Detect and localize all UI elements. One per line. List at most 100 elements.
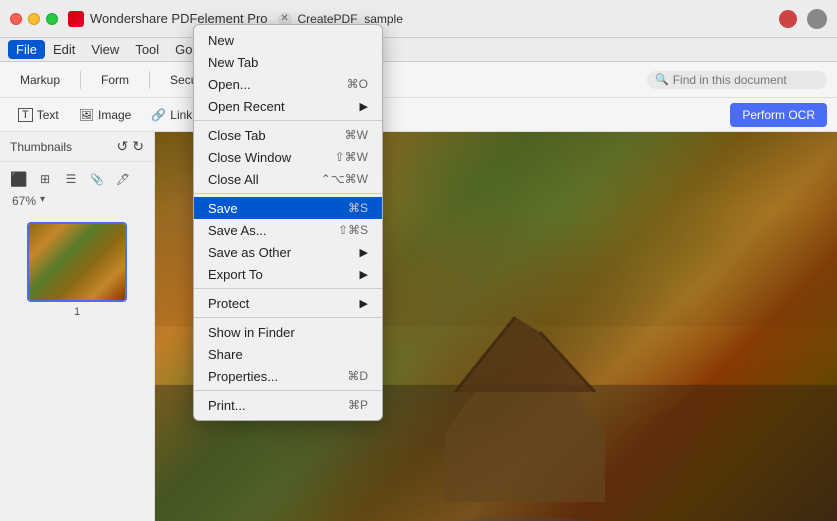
- main-area: Thumbnails ↺ ↻ ⬛ ⊞ ☰ 📎 🖊 67% ▾ 1: [0, 132, 837, 521]
- separator-1: [194, 120, 382, 121]
- menu-share-label: Share: [208, 347, 243, 362]
- toolbar2-text[interactable]: T Text: [10, 105, 67, 125]
- titlebar: Wondershare PDFelement Pro ✕ CreatePDF_s…: [0, 0, 837, 38]
- toolbar2-link[interactable]: 🔗 Link: [143, 105, 200, 125]
- menu-print-shortcut: ⌘P: [348, 398, 368, 412]
- menu-open-label: Open...: [208, 77, 251, 92]
- menu-new-tab-label: New Tab: [208, 55, 258, 70]
- page-number: 1: [74, 306, 80, 318]
- divider-1: [80, 71, 81, 89]
- undo-icon[interactable]: ↺: [117, 138, 129, 155]
- menu-open-shortcut: ⌘O: [347, 77, 368, 91]
- zoom-label: 67%: [12, 194, 36, 208]
- menu-close-window[interactable]: Close Window ⇧⌘W: [194, 146, 382, 168]
- menu-save-shortcut: ⌘S: [348, 201, 368, 215]
- menu-export-to-label: Export To: [208, 267, 263, 282]
- menu-close-all-shortcut: ⌃⌥⌘W: [321, 172, 368, 186]
- notification-icon[interactable]: [779, 10, 797, 28]
- menu-save-as-other[interactable]: Save as Other ▶: [194, 241, 382, 263]
- menu-protect-label: Protect: [208, 296, 249, 311]
- menu-close-tab[interactable]: Close Tab ⌘W: [194, 124, 382, 146]
- ocr-button[interactable]: Perform OCR: [730, 103, 827, 127]
- menu-open[interactable]: Open... ⌘O: [194, 73, 382, 95]
- thumbnail-image: [29, 224, 125, 300]
- sidebar-tool-3[interactable]: ☰: [60, 168, 82, 190]
- link-icon: 🔗: [151, 108, 166, 122]
- toolbar-markup[interactable]: Markup: [10, 70, 70, 90]
- search-icon: 🔍: [655, 73, 669, 86]
- maximize-button[interactable]: [46, 13, 58, 25]
- menu-close-all-label: Close All: [208, 172, 259, 187]
- page-thumbnail[interactable]: [27, 222, 127, 302]
- toolbar-form[interactable]: Form: [91, 70, 139, 90]
- menu-item-file[interactable]: File: [8, 40, 45, 59]
- sidebar-tool-2[interactable]: ⊞: [34, 168, 56, 190]
- sidebar-tool-4[interactable]: 📎: [86, 168, 108, 190]
- menu-show-in-finder[interactable]: Show in Finder: [194, 321, 382, 343]
- sidebar-title: Thumbnails: [10, 140, 72, 154]
- image-icon: 🖼: [79, 108, 94, 122]
- menu-save-as-shortcut: ⇧⌘S: [338, 223, 368, 237]
- titlebar-right: [779, 9, 827, 29]
- text-label: Text: [37, 108, 59, 122]
- zoom-arrow[interactable]: ▾: [40, 194, 45, 208]
- menu-open-recent[interactable]: Open Recent ▶: [194, 95, 382, 117]
- menu-save-as-other-arrow: ▶: [360, 246, 368, 259]
- sidebar-tool-5[interactable]: 🖊: [112, 168, 134, 190]
- menu-save-as-label: Save As...: [208, 223, 267, 238]
- menu-properties[interactable]: Properties... ⌘D: [194, 365, 382, 387]
- image-label: Image: [98, 108, 131, 122]
- menu-export-to-arrow: ▶: [360, 268, 368, 281]
- menu-close-window-shortcut: ⇧⌘W: [335, 150, 368, 164]
- separator-3: [194, 288, 382, 289]
- menu-save[interactable]: Save ⌘S: [194, 197, 382, 219]
- text-icon: T: [18, 108, 33, 122]
- sidebar-tool-1[interactable]: ⬛: [8, 168, 30, 190]
- app-icon: [68, 11, 84, 27]
- user-avatar[interactable]: [807, 9, 827, 29]
- menu-open-recent-arrow: ▶: [360, 100, 368, 113]
- traffic-lights: [10, 13, 58, 25]
- separator-5: [194, 390, 382, 391]
- menu-save-as[interactable]: Save As... ⇧⌘S: [194, 219, 382, 241]
- menu-close-all[interactable]: Close All ⌃⌥⌘W: [194, 168, 382, 190]
- toolbar: Markup Form Security Tool Batch ▾ 🔍: [0, 62, 837, 98]
- menu-close-tab-label: Close Tab: [208, 128, 266, 143]
- menu-item-view[interactable]: View: [83, 40, 127, 59]
- menu-export-to[interactable]: Export To ▶: [194, 263, 382, 285]
- separator-4: [194, 317, 382, 318]
- menu-item-edit[interactable]: Edit: [45, 40, 83, 59]
- menu-print-label: Print...: [208, 398, 246, 413]
- menu-show-in-finder-label: Show in Finder: [208, 325, 295, 340]
- file-menu-dropdown: New New Tab Open... ⌘O Open Recent ▶ Clo…: [193, 24, 383, 421]
- menu-close-window-label: Close Window: [208, 150, 291, 165]
- thumbnail-area: 1: [0, 214, 154, 521]
- close-button[interactable]: [10, 13, 22, 25]
- sidebar: Thumbnails ↺ ↻ ⬛ ⊞ ☰ 📎 🖊 67% ▾ 1: [0, 132, 155, 521]
- toolbar2-image[interactable]: 🖼 Image: [71, 105, 140, 125]
- link-label: Link: [170, 108, 192, 122]
- sidebar-tools: ⬛ ⊞ ☰ 📎 🖊 67% ▾: [0, 162, 154, 214]
- toolbar2: T Text 🖼 Image 🔗 Link Perform OCR: [0, 98, 837, 132]
- separator-2: [194, 193, 382, 194]
- menu-properties-label: Properties...: [208, 369, 278, 384]
- menu-item-tool[interactable]: Tool: [127, 40, 167, 59]
- minimize-button[interactable]: [28, 13, 40, 25]
- menubar: File Edit View Tool Go Window Help: [0, 38, 837, 62]
- menu-new-tab[interactable]: New Tab: [194, 51, 382, 73]
- menu-open-recent-label: Open Recent: [208, 99, 285, 114]
- menu-protect[interactable]: Protect ▶: [194, 292, 382, 314]
- search-input[interactable]: [673, 73, 819, 87]
- menu-save-label: Save: [208, 201, 238, 216]
- menu-save-as-other-label: Save as Other: [208, 245, 291, 260]
- search-box: 🔍: [647, 71, 827, 89]
- menu-share[interactable]: Share: [194, 343, 382, 365]
- menu-protect-arrow: ▶: [360, 297, 368, 310]
- menu-print[interactable]: Print... ⌘P: [194, 394, 382, 416]
- redo-icon[interactable]: ↻: [132, 138, 144, 155]
- menu-new[interactable]: New: [194, 29, 382, 51]
- menu-close-tab-shortcut: ⌘W: [345, 128, 368, 142]
- sidebar-header: Thumbnails ↺ ↻: [0, 132, 154, 162]
- menu-new-label: New: [208, 33, 234, 48]
- menu-properties-shortcut: ⌘D: [347, 369, 368, 383]
